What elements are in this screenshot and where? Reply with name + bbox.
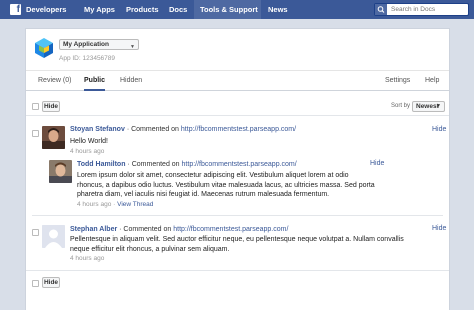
reply-text-line-3: pharetra diam, vel iaculis nisi feugiat … — [77, 191, 330, 198]
reply-header: Todd Hamilton · Commented on http://fbco… — [77, 160, 297, 170]
tab-hidden[interactable]: Hidden — [120, 71, 142, 91]
app-id-label: App ID: 123456789 — [59, 55, 116, 62]
comment-moderation-panel: My Application ▼ App ID: 123456789 Revie… — [25, 28, 450, 310]
moderation-tabs: Review (0) Public Hidden Settings Help — [26, 70, 449, 91]
nav-developers-label: Developers — [26, 5, 67, 14]
select-all-checkbox[interactable] — [32, 103, 39, 110]
nav-my-apps[interactable]: My Apps — [79, 0, 119, 19]
search-icon — [377, 6, 385, 13]
tab-public[interactable]: Public — [84, 71, 106, 91]
reply-page-link[interactable]: http://fbcommentstest.parseapp.com/ — [182, 161, 297, 168]
tab-help[interactable]: Help — [425, 71, 439, 91]
hide-reply-link[interactable]: Hide — [370, 160, 384, 167]
search-button[interactable] — [375, 4, 387, 15]
comment-divider — [32, 215, 443, 216]
hide-selected-button[interactable]: Hide — [42, 101, 60, 112]
comment-checkbox[interactable] — [32, 229, 39, 236]
comment-text: Hello World! — [70, 138, 108, 145]
app-cube-icon — [35, 38, 53, 58]
nav-tools-support[interactable]: Tools & Support — [194, 0, 261, 19]
hide-comment-link[interactable]: Hide — [432, 225, 446, 232]
comment-text-line-2: neque efficitur elit rhoncus, a pulvinar… — [70, 245, 230, 253]
comment-timestamp: 4 hours ago — [70, 148, 105, 155]
chevron-down-icon: ▼ — [130, 44, 135, 50]
select-all-checkbox-bottom[interactable] — [32, 280, 39, 287]
comment-text-line-1: Pellentesque in aliquam velit. Sed aucto… — [70, 236, 404, 243]
app-selector-dropdown[interactable]: My Application ▼ — [59, 39, 139, 50]
reply-text-line-1: Lorem ipsum dolor sit amet, consectetur … — [77, 172, 349, 179]
comment-header: Stephan Alber · Commented on http://fbco… — [70, 225, 288, 235]
comment-author[interactable]: Stoyan Stefanov — [70, 126, 125, 133]
reply-text-line-2: rhoncus, a dapibus odio luctus. Vestibul… — [77, 181, 375, 189]
avatar — [42, 126, 65, 149]
sort-by-label: Sort by — [391, 103, 411, 109]
comment-page-link[interactable]: http://fbcommentstest.parseapp.com/ — [173, 226, 288, 233]
comment-timestamp: 4 hours ago — [70, 255, 105, 262]
reply-timestamp: 4 hours ago — [77, 201, 112, 208]
hide-comment-link[interactable]: Hide — [432, 126, 446, 133]
app-selector-value: My Application — [63, 41, 109, 48]
nav-developers[interactable]: f Developers — [4, 0, 79, 19]
comments-toolbar: Hide Sort by Newest ▼ — [26, 98, 449, 116]
search-input[interactable] — [388, 4, 468, 15]
reply-meta: 4 hours ago · View Thread — [77, 201, 154, 208]
chevron-down-icon: ▼ — [436, 103, 441, 109]
comment-author[interactable]: Stephan Alber — [70, 226, 117, 233]
search-box — [374, 3, 469, 16]
sort-dropdown[interactable]: Newest ▼ — [412, 101, 445, 112]
commented-on-text: · Commented on — [127, 161, 180, 168]
comment-header: Stoyan Stefanov · Commented on http://fb… — [70, 125, 296, 135]
nav-news[interactable]: News — [262, 0, 292, 19]
avatar — [49, 160, 72, 183]
comment-checkbox[interactable] — [32, 130, 39, 137]
tab-review[interactable]: Review (0) — [38, 71, 71, 91]
comment-divider — [26, 270, 449, 271]
nav-products[interactable]: Products — [120, 0, 162, 19]
reply-author[interactable]: Todd Hamilton — [77, 161, 125, 168]
hide-selected-button-bottom[interactable]: Hide — [42, 277, 60, 288]
comment-page-link[interactable]: http://fbcommentstest.parseapp.com/ — [181, 126, 296, 133]
avatar — [42, 225, 65, 248]
top-nav-bar: f Developers My Apps Products Docs Tools… — [0, 0, 474, 19]
tab-settings[interactable]: Settings — [385, 71, 410, 91]
view-thread-link[interactable]: View Thread — [117, 201, 153, 208]
commented-on-text: · Commented on — [126, 126, 179, 133]
nav-docs[interactable]: Docs — [163, 0, 193, 19]
commented-on-text: · Commented on — [119, 226, 172, 233]
facebook-logo-icon: f — [10, 4, 21, 15]
